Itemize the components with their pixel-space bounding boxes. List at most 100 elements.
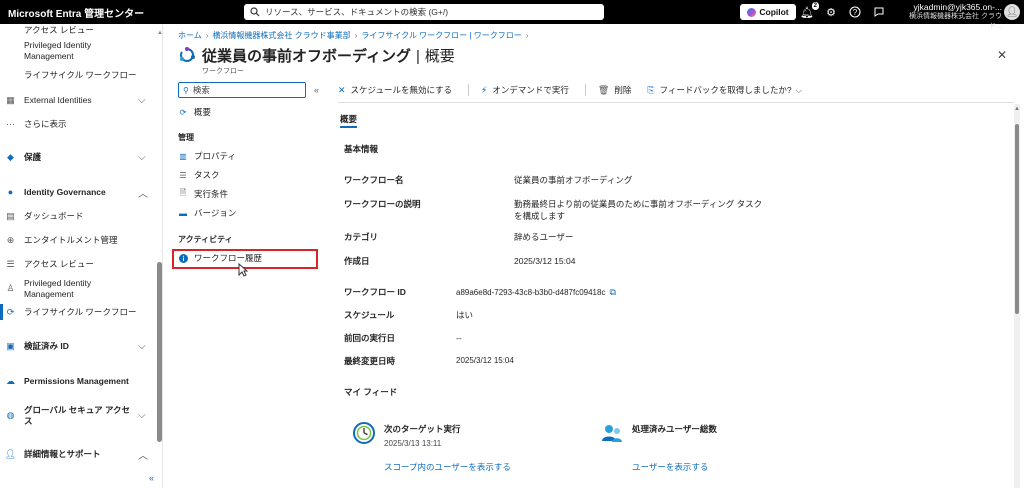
prop-value-wrap: a89a6e8d-7293-43c8-b3b0-d487fc09418c ⧉ [456,286,616,299]
nav-item-global-secure-access[interactable]: ◍ グローバル セキュア アクセス ⌵ [0,405,155,427]
menu-item-tasks[interactable]: ☰ タスク [178,167,318,183]
nav-item-learn-support[interactable]: 👤︎ 詳細情報とサポート ︿ [0,448,155,462]
close-icon[interactable]: ✕ [997,48,1007,62]
prop-key: 作成日 [344,256,370,266]
run-on-demand-button[interactable]: ⚡︎ オンデマンドで実行 [481,84,569,96]
nav-item-external-identities[interactable]: ▦ External Identities ⌵ [0,94,155,106]
prop-key: カテゴリ [344,232,379,242]
help-icon[interactable]: ? [848,5,862,19]
tool-label: オンデマンドで実行 [492,85,569,95]
prop-key: ワークフロー ID [344,287,406,297]
copy-icon[interactable]: ⧉ [609,287,615,297]
collapse-menu-icon[interactable]: « [314,85,319,95]
prop-value: -- [456,333,462,343]
menu-label: バージョン [194,208,237,218]
scroll-up-icon[interactable]: ▲ [1014,106,1020,112]
nav-label: アクセス レビュー [24,258,94,269]
close-icon: ✕ [338,84,346,95]
protection-icon: ◆ [7,151,14,162]
menu-label: タスク [194,170,220,180]
tool-label: スケジュールを無効にする [350,85,453,95]
nav-label: 保護 [24,151,42,162]
prop-key: ワークフローの説明 [344,199,421,209]
my-feed-header: マイ フィード [344,387,398,397]
chevron-right-icon: › [205,31,209,40]
chevron-up-icon: ︿ [138,188,148,200]
prop-value: 従業員の事前オフボーディング [514,175,633,185]
account-tenant: 横浜情報機器株式会社 クラウド... [909,13,1002,30]
chevron-right-icon: › [525,31,529,40]
lifecycle-icon: ⟳ [6,306,15,317]
nav-item-dashboard[interactable]: ▤ ダッシュボード [0,210,155,222]
view-users-link[interactable]: ユーザーを表示する [632,461,708,473]
collapse-nav-icon[interactable]: « [149,473,154,483]
gear-icon[interactable]: ⚙︎ [824,5,838,19]
breadcrumb-workflows[interactable]: ライフサイクル ワークフロー | ワークフロー [361,31,521,40]
nav-label: Permissions Management [24,375,129,386]
disable-schedule-button[interactable]: ✕ スケジュールを無効にする [338,84,452,96]
global-search-box[interactable]: リソース、サービス、ドキュメントの検索 (G+/) [244,4,604,20]
toolbar-divider [584,84,586,96]
chevron-up-icon: ︿ [138,450,148,462]
menu-item-versions[interactable]: ▬ バージョン [178,205,318,221]
prop-key: 最終変更日時 [344,356,396,366]
feedback-icon[interactable] [872,5,886,19]
breadcrumb-tenant[interactable]: 横浜情報機器株式会社 クラウド事業部 [212,31,350,40]
menu-item-execution-conditions[interactable]: 🗎︎ 実行条件 [178,186,318,202]
more-icon: ⋯ [6,118,15,129]
scroll-down-icon[interactable]: ▼ [157,424,163,430]
notification-count: 2 [811,2,819,10]
menu-search-placeholder: 検索 [192,85,210,95]
search-icon: ⚲ [183,85,189,95]
document-icon: 🗎︎ [179,188,187,197]
scroll-up-icon[interactable]: ▲ [157,30,163,36]
lifecycle-workflow-icon [180,47,195,62]
nav-item-access-review[interactable]: ☰ アクセス レビュー [0,258,155,270]
left-nav-scrollbar[interactable] [157,262,162,442]
copilot-button[interactable]: Copilot [740,4,796,20]
nav-item-lifecycle-top[interactable]: ライフサイクル ワークフロー [0,69,155,81]
nav-label: グローバル セキュア アクセス [24,405,131,426]
nav-item-protection[interactable]: ◆ 保護 ⌵ [0,151,155,163]
nav-item-lifecycle-workflows[interactable]: ⟳ ライフサイクル ワークフロー [0,306,155,318]
prop-value: 辞めるユーザー [514,232,574,242]
menu-item-properties[interactable]: ▥ プロパティ [178,148,318,164]
nav-item-permissions-management[interactable]: ☁︎ Permissions Management [0,375,155,387]
tool-label: フィードバックを取得しましたか? [659,85,792,95]
nav-item-pim[interactable]: ♙ Privileged Identity Management [0,278,155,300]
breadcrumb-home[interactable]: ホーム [178,31,202,40]
card-title: 処理済みユーザー総数 [632,424,717,434]
scrollbar-thumb[interactable] [1015,124,1019,314]
nav-item-show-more[interactable]: ⋯ さらに表示 [0,118,155,130]
view-users-in-scope-link[interactable]: スコープ内のユーザーを表示する [384,461,511,473]
nav-item-access-review-top[interactable]: アクセス レビュー [0,24,155,36]
menu-section-activity: アクティビティ [178,235,233,244]
account-info[interactable]: yjkadmin@yjk365.on-... 横浜情報機器株式会社 クラウド..… [902,2,1002,32]
trash-icon: 🗑︎ [597,84,610,95]
more-options-icon[interactable]: ··· [432,47,442,58]
copilot-label: Copilot [759,7,789,17]
avatar[interactable]: 👤︎ [1004,4,1020,20]
nav-label: ライフサイクル ワークフロー [24,306,137,317]
nav-item-identity-governance[interactable]: ● Identity Governance ︿ [0,186,155,200]
prop-value: 勤務最終日より前の従業員のために事前オフボーディング タスク [514,199,763,209]
tab-overview[interactable]: 概要 [340,113,357,125]
delete-button[interactable]: 🗑︎ 削除 [598,84,631,96]
feedback-icon: ⎘ [647,84,655,95]
card-value: 2025/3/13 13:11 [384,439,442,448]
page-subtitle: ワークフロー [202,68,244,75]
nav-item-verified-id[interactable]: ▣ 検証済み ID ⌵ [0,340,155,352]
feedback-button[interactable]: ⎘ フィードバックを取得しましたか? ⌵ [647,84,802,96]
chevron-down-icon: ⌵ [795,84,803,95]
nav-item-pim-top[interactable]: Privileged Identity Management [0,40,155,62]
nav-label: Privileged Identity [24,278,92,288]
menu-search-input[interactable]: ⚲ 検索 [178,82,306,98]
dashboard-icon: ▤ [6,210,15,221]
content-scrollbar[interactable]: ▲ [1014,104,1020,488]
menu-item-overview[interactable]: ⟳ 概要 [178,104,318,120]
nav-item-entitlement[interactable]: ⊕ エンタイトルメント管理 [0,234,155,246]
brand-title[interactable]: Microsoft Entra 管理センター [0,5,240,20]
bell-icon[interactable]: 🔔︎ 2 [800,2,819,19]
next-target-run-card: 次のターゲット実行 2025/3/13 13:11 スコープ内のユーザーを表示す… [352,421,572,477]
versions-icon: ▬ [179,208,187,218]
